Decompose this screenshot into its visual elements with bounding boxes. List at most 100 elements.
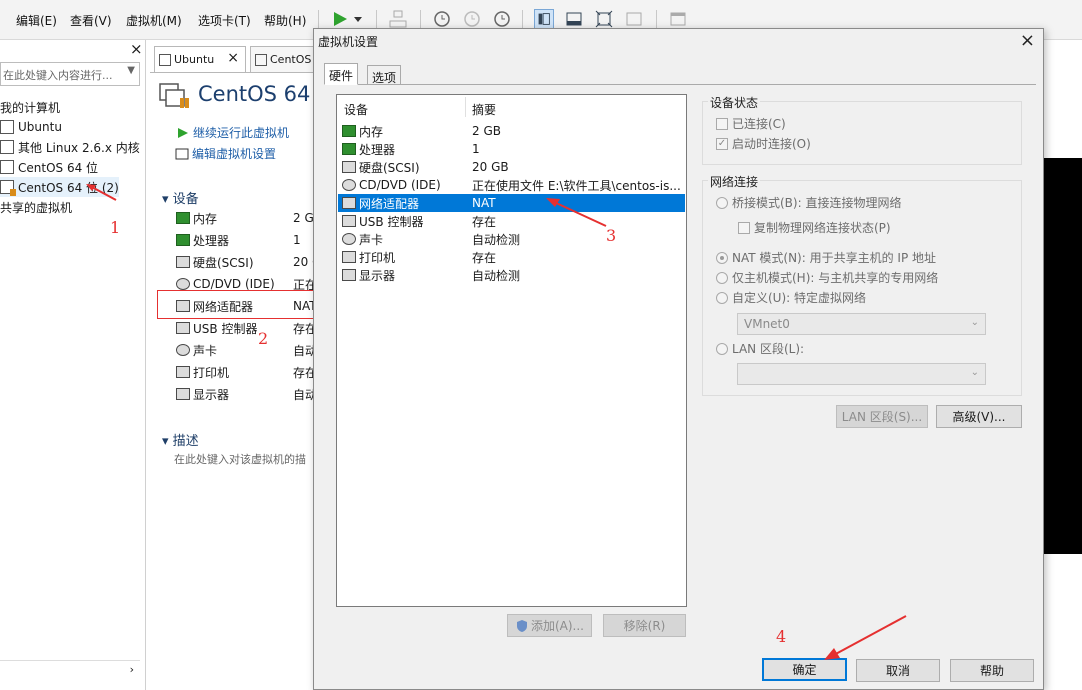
menu-tabs[interactable]: 选项卡(T) [198,12,251,29]
list-row-printer[interactable]: 打印机 存在 [338,248,685,266]
devices-heading[interactable]: ▾ 设备 [162,188,199,207]
edit-vm-settings-link[interactable]: 编辑虚拟机设置 [175,145,276,162]
replicate-state-checkbox[interactable]: 复制物理网络连接状态(P) [738,219,891,236]
network-tool-icon[interactable] [388,9,408,29]
snapshot-icon[interactable] [432,9,452,29]
sound-icon [342,233,356,245]
chevron-down-icon: ⌄ [970,317,979,328]
tree-item-shared[interactable]: 共享的虚拟机 [0,197,72,217]
custom-radio[interactable]: 自定义(U): 特定虚拟网络 [716,289,866,306]
vm-icon [255,53,267,66]
disk-icon [342,161,356,173]
nat-radio[interactable]: NAT 模式(N): 用于共享主机的 IP 地址 [716,249,936,266]
list-row-display[interactable]: 显示器 自动检测 [338,266,685,284]
list-row-cpu[interactable]: 处理器 1 [338,140,685,158]
chevron-down-icon[interactable] [352,9,364,29]
vm-icon [0,120,14,134]
list-row-usb[interactable]: USB 控制器 存在 [338,212,685,230]
bridged-radio[interactable]: 桥接模式(B): 直接连接物理网络 [716,194,901,211]
menu-help[interactable]: 帮助(H) [264,12,306,29]
lan-segment-radio[interactable]: LAN 区段(L): [716,340,804,357]
vm-icon [0,160,14,174]
vm-warning-icon [0,180,16,196]
header-summary[interactable]: 摘要 [472,101,496,118]
play-icon [178,127,188,138]
device-row-sound[interactable]: 声卡 自动 [176,341,326,359]
console-view-icon[interactable] [668,9,688,29]
library-scrollbar[interactable]: › [0,660,140,678]
resume-vm-link[interactable]: 继续运行此虚拟机 [177,124,289,141]
device-list[interactable]: 设备 摘要 内存 2 GB 处理器 1 硬盘(SCSI) 20 GB CD/DVD (… [336,94,687,607]
list-row-memory[interactable]: 内存 2 GB [338,122,685,140]
description-heading[interactable]: ▾ 描述 [162,430,199,449]
list-row-cdrom[interactable]: CD/DVD (IDE) 正在使用文件 E:\软件工具\centos-is... [338,176,685,194]
tab-options[interactable]: 选项 [367,65,402,85]
lan-segment-select[interactable]: ⌄ [737,363,986,385]
radio-selected-icon [716,251,728,264]
tree-item-centos[interactable]: CentOS 64 位 [0,157,98,177]
display-icon [342,269,356,281]
radio-icon [716,271,728,284]
tree-item-linux[interactable]: 其他 Linux 2.6.x 内核 [0,137,140,157]
chevron-right-icon[interactable]: › [130,663,134,676]
host-only-radio[interactable]: 仅主机模式(H): 与主机共享的专用网络 [716,269,938,286]
menu-edit[interactable]: 编辑(E) [16,12,57,29]
lan-segments-button[interactable]: LAN 区段(S)... [836,405,928,428]
cdrom-icon [176,278,190,290]
radio-icon [716,291,728,304]
device-row-disk[interactable]: 硬盘(SCSI) 20 G [176,253,326,271]
highlight-box [157,290,320,319]
vm-icon [0,140,14,154]
add-device-button[interactable]: 添加(A)... [507,614,592,637]
unity-icon[interactable] [624,9,644,29]
description-input[interactable]: 在此处键入对该虚拟机的描 [174,451,320,467]
list-row-disk[interactable]: 硬盘(SCSI) 20 GB [338,158,685,176]
annotation-arrow-4 [824,615,907,660]
list-scrollbar[interactable] [680,95,686,606]
fullscreen-icon[interactable] [594,9,614,29]
tab-close-icon[interactable]: × [227,50,239,66]
tree-item-my-computer[interactable]: 我的计算机 [0,97,60,117]
network-connection-title: 网络连接 [708,173,761,190]
header-device[interactable]: 设备 [344,101,368,118]
list-row-network-selected[interactable]: 网络适配器 NAT [338,194,685,212]
tab-ubuntu[interactable]: Ubuntu × [154,46,246,72]
settings-icon [175,148,189,159]
revert-snapshot-icon[interactable] [462,9,482,29]
device-row-display[interactable]: 显示器 自动 [176,385,326,403]
annotation-1: 1 [110,218,121,237]
connected-checkbox[interactable]: 已连接(C) [716,115,786,132]
chevron-down-icon[interactable]: ▼ [127,65,135,76]
custom-network-select[interactable]: VMnet0 ⌄ [737,313,986,335]
tree-item-ubuntu[interactable]: Ubuntu [0,117,62,137]
device-row-usb[interactable]: USB 控制器 存在 [176,319,326,337]
device-row-cpu[interactable]: 处理器 1 [176,231,326,249]
thumbnail-view-icon[interactable] [564,9,584,29]
close-icon[interactable]: × [1020,30,1035,51]
library-search-input[interactable]: 在此处键入内容进行... ▼ [0,62,140,86]
usb-icon [342,215,356,227]
device-row-memory[interactable]: 内存 2 G [176,209,326,227]
tab-hardware[interactable]: 硬件 [324,63,359,85]
printer-icon [176,366,190,378]
checkmark-icon: ✓ [716,137,728,150]
dialog-title: 虚拟机设置 [318,35,379,49]
chevron-down-icon: ⌄ [970,367,979,378]
vm-console-area [1044,158,1082,554]
connect-at-power-on-checkbox[interactable]: ✓ 启动时连接(O) [716,135,811,152]
menu-view[interactable]: 查看(V) [70,12,112,29]
library-view-icon[interactable] [534,9,554,29]
tab-centos[interactable]: CentOS [250,46,320,72]
snapshot-manager-icon[interactable] [492,9,512,29]
checkbox-icon [716,117,728,130]
list-row-sound[interactable]: 声卡 自动检测 [338,230,685,248]
vm-large-icon [159,83,189,108]
help-button[interactable]: 帮助 [950,659,1034,682]
annotation-2: 2 [258,329,269,348]
play-icon[interactable] [330,9,350,29]
advanced-button[interactable]: 高级(V)... [936,405,1022,428]
remove-device-button[interactable]: 移除(R) [603,614,686,637]
library-close-icon[interactable]: × [130,40,143,58]
device-row-printer[interactable]: 打印机 存在 [176,363,326,381]
menu-vm[interactable]: 虚拟机(M) [126,12,182,29]
